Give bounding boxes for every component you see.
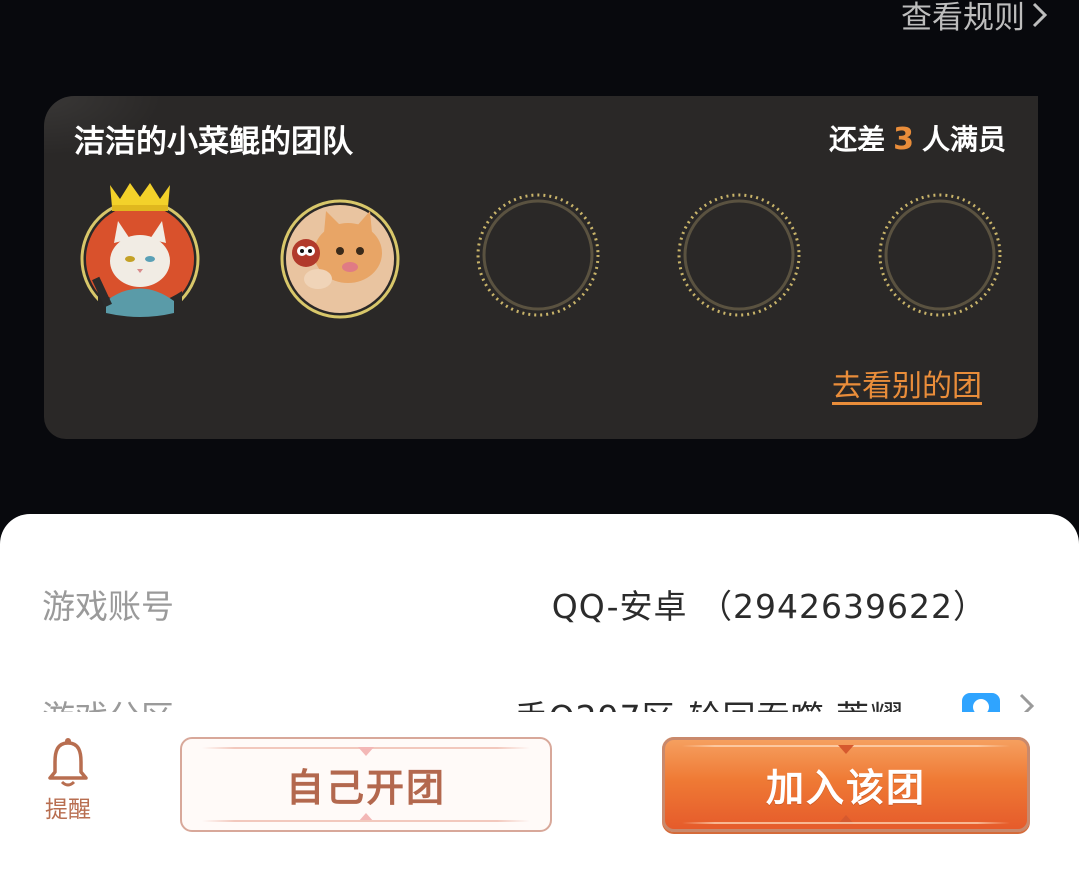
- remaining-prefix: 还差: [829, 123, 886, 156]
- create-own-team-button[interactable]: 自己开团: [180, 737, 552, 832]
- rules-link[interactable]: 查看规则: [901, 0, 1049, 37]
- orange-cat-avatar: [280, 199, 400, 319]
- empty-slot-4[interactable]: [677, 181, 801, 321]
- chevron-right-icon: [1032, 2, 1048, 27]
- remind-button[interactable]: 提醒: [38, 736, 98, 824]
- button-decoration: [682, 822, 1010, 824]
- join-team-label: 加入该团: [765, 766, 926, 810]
- member-slots: [44, 181, 1038, 321]
- button-decoration: [358, 747, 374, 756]
- empty-slot-ring-icon: [476, 193, 600, 317]
- account-value: QQ-安卓 （2942639622）: [551, 587, 987, 626]
- white-cat-avatar: [80, 183, 200, 321]
- team-name: 洁洁的小菜鲲的团队: [74, 124, 353, 160]
- empty-slot-ring-icon: [878, 193, 1002, 317]
- remaining-members: 还差 3 人满员: [829, 118, 1006, 158]
- rules-label: 查看规则: [901, 0, 1025, 36]
- button-decoration: [202, 820, 530, 822]
- button-decoration: [838, 745, 854, 754]
- action-bar: 提醒 自己开团 加入该团: [0, 712, 1079, 879]
- empty-slot-ring-icon: [677, 193, 801, 317]
- member-slot-leader[interactable]: [78, 181, 202, 321]
- join-team-button[interactable]: 加入该团: [662, 737, 1030, 832]
- member-slot-2[interactable]: [278, 181, 402, 321]
- empty-slot-3[interactable]: [476, 181, 600, 321]
- account-row[interactable]: 游戏账号 QQ-安卓 （2942639622）: [0, 580, 1079, 640]
- remind-label: 提醒: [45, 797, 91, 823]
- bell-icon: [48, 738, 88, 787]
- remaining-count: 3: [893, 122, 914, 157]
- team-card: 洁洁的小菜鲲的团队 还差 3 人满员 去看别的团: [44, 96, 1038, 439]
- account-label: 游戏账号: [42, 587, 174, 626]
- remaining-suffix: 人满员: [921, 123, 1006, 156]
- empty-slot-5[interactable]: [878, 181, 1002, 321]
- create-own-team-label: 自己开团: [285, 766, 446, 810]
- view-other-teams-link[interactable]: 去看别的团: [832, 361, 982, 405]
